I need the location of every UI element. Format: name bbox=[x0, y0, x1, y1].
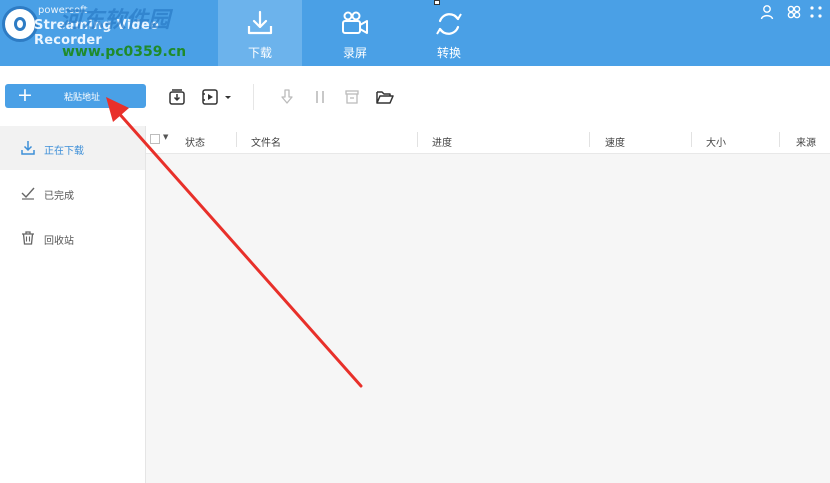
column-filename[interactable]: 文件名 bbox=[251, 134, 281, 149]
download-tray-icon bbox=[247, 10, 273, 35]
more-icon[interactable] bbox=[808, 4, 824, 20]
paste-url-button[interactable]: + 粘贴地址 bbox=[5, 84, 146, 108]
logo: powersoft Streaming Video Recorder 河东软件园… bbox=[0, 0, 218, 66]
settings-cluster-icon[interactable] bbox=[786, 4, 802, 20]
sidebar-item-label: 正在下载 bbox=[44, 146, 84, 157]
plus-icon: + bbox=[17, 84, 33, 106]
column-divider bbox=[236, 132, 237, 147]
check-icon bbox=[21, 187, 35, 200]
user-icon[interactable] bbox=[759, 4, 775, 20]
sidebar-item-label: 已完成 bbox=[44, 191, 74, 202]
app-logo-icon bbox=[2, 6, 38, 42]
paste-url-label: 粘贴地址 bbox=[64, 93, 101, 103]
video-file-icon[interactable] bbox=[201, 88, 219, 106]
column-divider bbox=[691, 132, 692, 147]
sidebar-item-completed[interactable]: 已完成 bbox=[0, 171, 145, 215]
column-divider bbox=[779, 132, 780, 147]
toolbar: + 粘贴地址 bbox=[0, 66, 830, 126]
sidebar-item-trash[interactable]: 回收站 bbox=[0, 216, 145, 260]
dropdown-caret-icon[interactable] bbox=[223, 88, 233, 106]
sidebar-item-label: 回收站 bbox=[44, 236, 74, 247]
tab-download[interactable]: 下载 bbox=[218, 0, 302, 66]
download-icon bbox=[21, 141, 35, 155]
tab-record-label: 录屏 bbox=[342, 46, 367, 60]
column-progress[interactable]: 进度 bbox=[432, 134, 452, 149]
select-all-checkbox[interactable] bbox=[150, 134, 160, 144]
select-dropdown-caret-icon[interactable]: ▼ bbox=[163, 133, 168, 141]
sidebar-item-downloading[interactable]: 正在下载 bbox=[0, 126, 145, 170]
column-status[interactable]: 状态 bbox=[185, 134, 205, 149]
column-divider bbox=[417, 132, 418, 147]
trash-icon bbox=[22, 231, 34, 245]
column-speed[interactable]: 速度 bbox=[605, 134, 625, 149]
video-camera-icon bbox=[342, 11, 368, 34]
tab-download-label: 下载 bbox=[247, 46, 272, 60]
convert-cycle-icon bbox=[436, 13, 462, 35]
toolbar-divider bbox=[253, 84, 254, 110]
column-source[interactable]: 来源 bbox=[796, 134, 816, 149]
sidebar: 正在下载 已完成 回收站 bbox=[0, 126, 146, 483]
pause-icon[interactable] bbox=[311, 88, 329, 106]
download-box-icon[interactable] bbox=[168, 88, 186, 106]
column-divider bbox=[589, 132, 590, 147]
download-arrow-icon[interactable] bbox=[278, 88, 296, 106]
tab-convert[interactable]: 转换 bbox=[407, 0, 491, 66]
download-list bbox=[146, 154, 830, 483]
watermark-text: 河东软件园 bbox=[60, 8, 171, 33]
table-header: ▼ 状态 文件名 进度 速度 大小 来源 bbox=[146, 126, 830, 154]
watermark-url: www.pc0359.cn bbox=[62, 44, 187, 60]
tab-convert-label: 转换 bbox=[436, 46, 461, 60]
column-size[interactable]: 大小 bbox=[706, 134, 726, 149]
cursor-marker bbox=[434, 0, 440, 5]
open-folder-icon[interactable] bbox=[375, 88, 395, 106]
tab-record[interactable]: 录屏 bbox=[313, 0, 397, 66]
delete-icon[interactable] bbox=[343, 88, 361, 106]
app-header: powersoft Streaming Video Recorder 河东软件园… bbox=[0, 0, 830, 66]
